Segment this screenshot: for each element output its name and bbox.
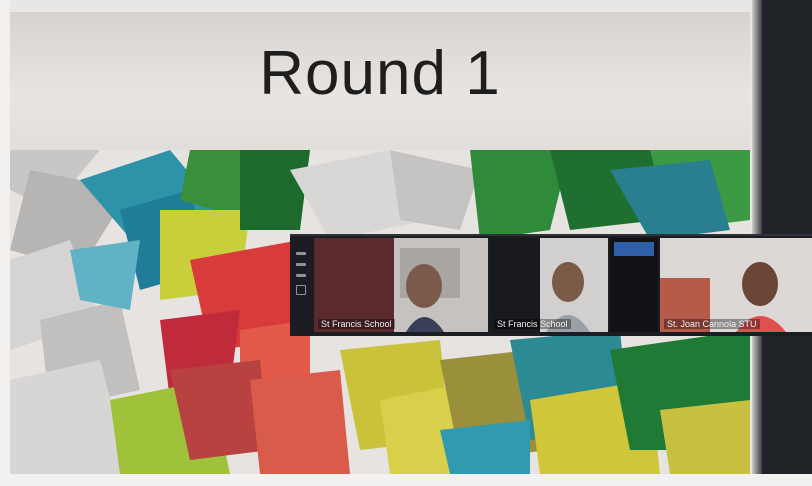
participant-tile[interactable]: St. Joan Cannola STU: [660, 238, 812, 332]
view-toggle-icon[interactable]: [296, 285, 306, 295]
participant-name: St Francis School: [494, 319, 571, 329]
menu-icon[interactable]: [296, 252, 306, 255]
photo-frame-edge: [0, 0, 10, 486]
slide-title-band: Round 1: [10, 12, 750, 150]
participant-video: [314, 238, 488, 332]
slide-title: Round 1: [259, 39, 501, 108]
participant-video: [660, 238, 812, 332]
participant-tile[interactable]: St Francis School: [490, 238, 608, 332]
strip-toolbar[interactable]: [294, 244, 308, 324]
menu-icon[interactable]: [296, 274, 306, 277]
photo-frame-edge: [0, 474, 812, 486]
menu-icon[interactable]: [296, 263, 306, 266]
self-view-tile[interactable]: [610, 238, 658, 332]
participant-video: [490, 238, 608, 332]
participant-name: St. Joan Cannola STU: [664, 319, 760, 329]
camera-icon: [614, 242, 654, 256]
participant-name: St Francis School: [318, 319, 395, 329]
video-gallery-strip: St Francis School St Francis School St. …: [290, 234, 812, 336]
participant-tile[interactable]: St Francis School: [314, 238, 488, 332]
